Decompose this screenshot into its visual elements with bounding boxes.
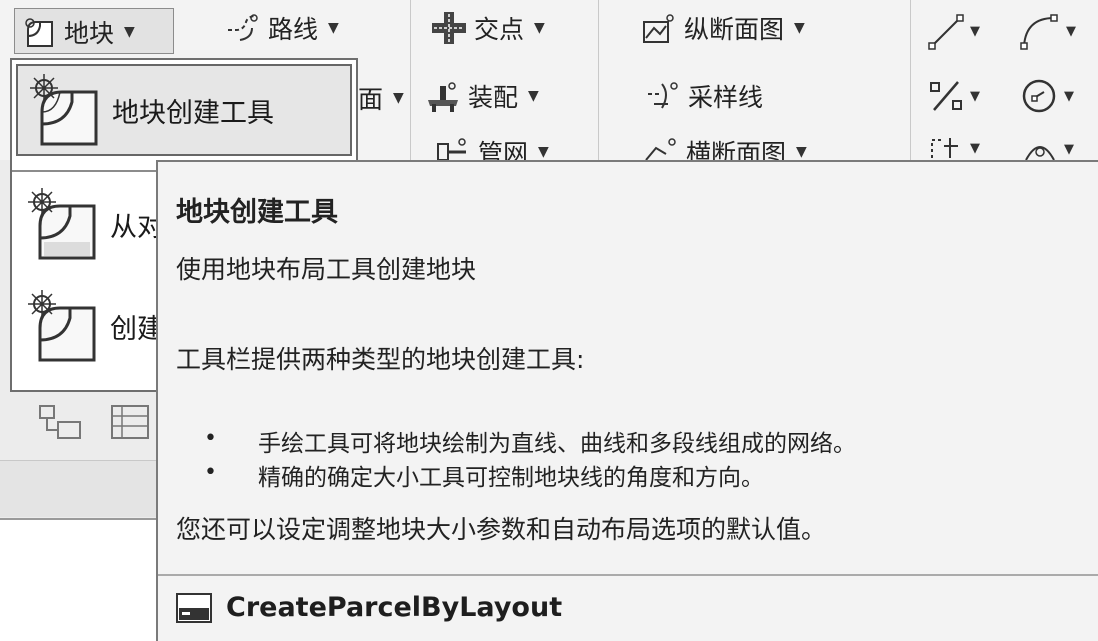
draw-curve-icon (1020, 14, 1058, 50)
sample-lines-button[interactable]: 采样线 (646, 78, 763, 114)
intersection-icon (432, 12, 466, 44)
chevron-down-icon: ▼ (124, 24, 135, 40)
table-icon[interactable] (110, 404, 150, 440)
ribbon-separator (598, 0, 599, 160)
circle-button[interactable]: ▼ (1020, 78, 1074, 114)
chevron-down-icon: ▼ (393, 90, 404, 106)
draw-line-button[interactable]: ▼ (928, 12, 980, 50)
menu-item-parcel-creation-tools[interactable]: 地块创建工具 (16, 64, 352, 156)
chevron-down-icon: ▼ (528, 88, 539, 104)
chevron-down-icon: ▼ (534, 20, 545, 36)
tooltip-title: 地块创建工具 (176, 197, 338, 228)
draw-segment-button[interactable]: ▼ (930, 136, 980, 160)
ribbon-separator (410, 0, 411, 160)
tooltip-description: 使用地块布局工具创建地块 (176, 255, 477, 284)
grade-button[interactable]: ▼ (928, 78, 980, 114)
profile-view-label: 纵断面图 (684, 15, 785, 44)
ribbon-panel-title-bar (0, 460, 160, 517)
tooltip-command: CreateParcelByLayout (176, 592, 562, 623)
tooltip-command-name: CreateParcelByLayout (226, 592, 563, 623)
intersection-label: 交点 (474, 15, 525, 44)
alignment-button[interactable]: 路线 ▼ (226, 10, 339, 46)
chevron-down-icon: ▼ (794, 20, 805, 36)
profile-view-icon (643, 14, 674, 43)
draw-arc-button[interactable]: ▼ (1022, 138, 1074, 160)
intersection-button[interactable]: 交点 ▼ (432, 10, 545, 46)
alignment-icon (228, 14, 258, 41)
tooltip-footer-note: 您还可以设定调整地块大小参数和自动布局选项的默认值。 (176, 515, 827, 544)
parcel-tool-icon (25, 18, 53, 47)
sample-lines-label: 采样线 (688, 83, 764, 112)
profile-button[interactable]: 面 ▼ (358, 80, 404, 116)
layout-icon[interactable] (38, 404, 82, 440)
chevron-down-icon: ▼ (970, 88, 980, 104)
chevron-down-icon: ▼ (328, 20, 339, 36)
tooltip-panel: 地块创建工具 使用地块布局工具创建地块 工具栏提供两种类型的地块创建工具: • … (156, 160, 1098, 641)
create-parcel-icon (28, 290, 96, 362)
tooltip-bullet: 精确的确定大小工具可控制地块线的角度和方向。 (258, 465, 764, 491)
sample-lines-icon (648, 82, 678, 109)
assembly-icon (428, 82, 458, 112)
chevron-down-icon: ▼ (1064, 141, 1074, 157)
parcel-from-objects-icon (28, 188, 96, 260)
ribbon-separator (910, 0, 911, 160)
chevron-down-icon: ▼ (538, 144, 549, 160)
tooltip-separator (158, 574, 1098, 576)
assembly-button[interactable]: 装配 ▼ (426, 78, 539, 114)
chevron-down-icon: ▼ (1064, 88, 1074, 104)
profile-label-partial: 面 (358, 85, 384, 114)
grade-icon (930, 81, 962, 111)
assembly-label: 装配 (468, 83, 519, 112)
parcel-dropdown-content[interactable]: 地块 ▼ (22, 14, 135, 50)
parcel-tool-icon (30, 74, 98, 146)
circle-icon (1022, 79, 1056, 113)
command-line-icon (176, 592, 212, 623)
chevron-down-icon: ▼ (970, 140, 980, 156)
menu-item-label: 地块创建工具 (112, 97, 274, 129)
draw-curve-button[interactable]: ▼ (1020, 12, 1076, 50)
profile-view-button[interactable]: 纵断面图 ▼ (642, 10, 805, 46)
chevron-down-icon: ▼ (970, 23, 980, 39)
tooltip-bullet: 手绘工具可将地块绘制为直线、曲线和多段线组成的网络。 (258, 431, 856, 457)
bullet-icon: • (204, 426, 217, 451)
bullet-icon: • (204, 460, 217, 485)
draw-segment-icon (931, 138, 958, 158)
alignment-label: 路线 (268, 15, 319, 44)
parcel-dropdown-label: 地块 (64, 19, 115, 48)
tooltip-intro: 工具栏提供两种类型的地块创建工具: (176, 345, 585, 374)
draw-line-icon (928, 14, 964, 50)
draw-arc-icon (1025, 146, 1055, 160)
chevron-down-icon: ▼ (796, 144, 807, 160)
chevron-down-icon: ▼ (1066, 23, 1076, 39)
